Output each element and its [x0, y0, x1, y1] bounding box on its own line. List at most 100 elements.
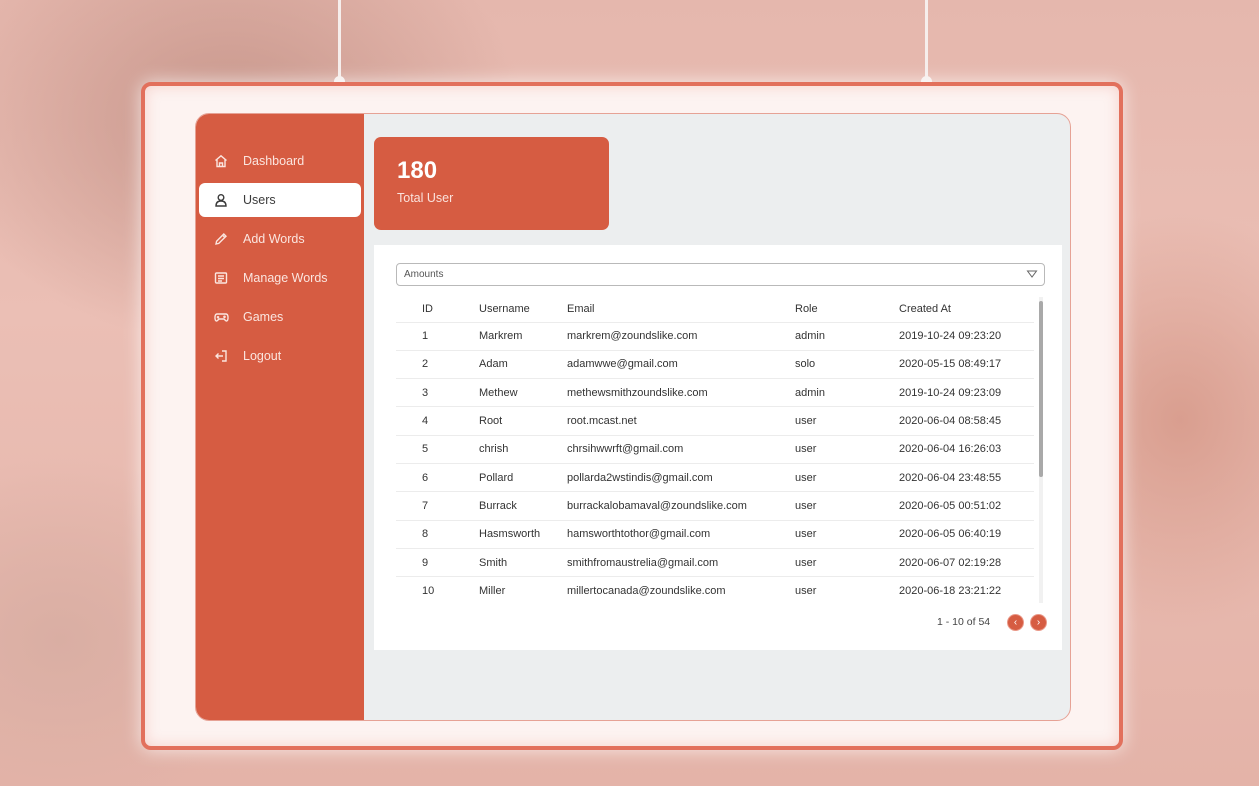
chevron-right-icon: ›	[1036, 617, 1041, 628]
table-header-row: ID Username Email Role Created At	[396, 296, 1034, 322]
table-row[interactable]: 1 Markrem markrem@zoundslike.com admin 2…	[396, 321, 1034, 351]
app-window: Dashboard Users Add Words Manage Words G…	[195, 113, 1071, 721]
cell-id: 10	[396, 576, 479, 605]
column-header-email[interactable]: Email	[567, 296, 795, 322]
cell-username: Adam	[479, 349, 567, 379]
cell-username: Root	[479, 406, 567, 436]
sidebar-item-dashboard[interactable]: Dashboard	[199, 144, 361, 178]
sidebar-item-manage-words[interactable]: Manage Words	[199, 261, 361, 295]
column-header-role[interactable]: Role	[795, 296, 899, 322]
sidebar-item-label: Manage Words	[243, 271, 328, 285]
pencil-icon	[213, 231, 229, 247]
cell-role: admin	[795, 378, 899, 407]
cell-username: Hasmsworth	[479, 519, 567, 549]
cell-role: admin	[795, 321, 899, 351]
cell-username: chrish	[479, 434, 567, 464]
cell-id: 2	[396, 349, 479, 379]
dropdown-selected-value: Amounts	[404, 269, 444, 280]
sidebar-item-label: Logout	[243, 349, 282, 363]
cell-username: Burrack	[479, 491, 567, 521]
cell-email: chrsihwwrft@gmail.com	[567, 434, 795, 464]
users-panel: Amounts ID Username Email Role Created A…	[374, 245, 1062, 650]
chevron-left-icon: ‹	[1013, 617, 1018, 628]
cell-id: 7	[396, 491, 479, 521]
table-row[interactable]: 4 Root root.mcast.net user 2020-06-04 08…	[396, 406, 1034, 436]
cell-email: hamsworthtothor@gmail.com	[567, 519, 795, 549]
cell-created-at: 2020-06-04 23:48:55	[899, 462, 1034, 492]
table-row[interactable]: 3 Methew methewsmithzoundslike.com admin…	[396, 378, 1034, 407]
cell-username: Smith	[479, 547, 567, 577]
cell-role: user	[795, 519, 899, 549]
cell-id: 5	[396, 434, 479, 464]
cell-role: user	[795, 406, 899, 436]
sidebar-item-label: Games	[243, 310, 284, 324]
list-icon	[213, 270, 229, 286]
home-icon	[213, 153, 229, 169]
table-row[interactable]: 7 Burrack burrackalobamaval@zoundslike.c…	[396, 491, 1034, 521]
column-header-username[interactable]: Username	[479, 296, 567, 322]
cell-created-at: 2020-06-07 02:19:28	[899, 547, 1034, 577]
cell-role: user	[795, 434, 899, 464]
users-table: ID Username Email Role Created At 1 Mark…	[396, 296, 1034, 605]
next-page-button[interactable]: ›	[1030, 614, 1047, 631]
cell-email: adamwwe@gmail.com	[567, 349, 795, 379]
cell-username: Methew	[479, 378, 567, 407]
table-row[interactable]: 8 Hasmsworth hamsworthtothor@gmail.com u…	[396, 519, 1034, 549]
cell-created-at: 2020-05-15 08:49:17	[899, 349, 1034, 379]
cell-email: burrackalobamaval@zoundslike.com	[567, 491, 795, 521]
cell-role: solo	[795, 349, 899, 379]
cell-id: 1	[396, 321, 479, 351]
sidebar-item-label: Add Words	[243, 232, 305, 246]
sidebar-item-label: Users	[243, 193, 276, 207]
cell-role: user	[795, 491, 899, 521]
cell-created-at: 2019-10-24 09:23:09	[899, 378, 1034, 407]
table-row[interactable]: 5 chrish chrsihwwrft@gmail.com user 2020…	[396, 434, 1034, 464]
user-icon	[213, 192, 229, 208]
cell-email: smithfromaustrelia@gmail.com	[567, 547, 795, 577]
cell-username: Pollard	[479, 462, 567, 492]
sidebar-item-add-words[interactable]: Add Words	[199, 222, 361, 256]
column-header-created-at[interactable]: Created At	[899, 296, 1034, 322]
sidebar-item-logout[interactable]: Logout	[199, 339, 361, 373]
cell-email: millertocanada@zoundslike.com	[567, 576, 795, 605]
main-content: 180 Total User Amounts ID Username Email…	[364, 114, 1070, 720]
hanger-right	[921, 0, 932, 87]
table-scrollbar[interactable]	[1037, 297, 1044, 603]
cell-id: 9	[396, 547, 479, 577]
cell-created-at: 2020-06-05 06:40:19	[899, 519, 1034, 549]
sidebar-item-label: Dashboard	[243, 154, 305, 168]
sidebar-item-users[interactable]: Users	[199, 183, 361, 217]
table-row[interactable]: 10 Miller millertocanada@zoundslike.com …	[396, 576, 1034, 605]
chevron-down-icon	[1026, 269, 1038, 282]
sidebar: Dashboard Users Add Words Manage Words G…	[196, 114, 364, 720]
cell-created-at: 2020-06-04 16:26:03	[899, 434, 1034, 464]
cell-role: user	[795, 547, 899, 577]
total-user-value: 180	[397, 157, 438, 184]
table-row[interactable]: 9 Smith smithfromaustrelia@gmail.com use…	[396, 547, 1034, 577]
cell-username: Miller	[479, 576, 567, 605]
cell-role: user	[795, 462, 899, 492]
cell-email: root.mcast.net	[567, 406, 795, 436]
scrollbar-thumb[interactable]	[1039, 301, 1043, 477]
cell-created-at: 2020-06-05 00:51:02	[899, 491, 1034, 521]
cell-role: user	[795, 576, 899, 605]
table-row[interactable]: 6 Pollard pollarda2wstindis@gmail.com us…	[396, 462, 1034, 492]
hanger-left	[334, 0, 345, 87]
cell-id: 4	[396, 406, 479, 436]
cell-username: Markrem	[479, 321, 567, 351]
table-row[interactable]: 2 Adam adamwwe@gmail.com solo 2020-05-15…	[396, 349, 1034, 379]
cell-id: 3	[396, 378, 479, 407]
previous-page-button[interactable]: ‹	[1007, 614, 1024, 631]
sidebar-item-games[interactable]: Games	[199, 300, 361, 334]
total-user-card: 180 Total User	[374, 137, 609, 230]
column-header-id[interactable]: ID	[396, 296, 479, 322]
gamepad-icon	[213, 309, 229, 325]
amounts-dropdown[interactable]: Amounts	[396, 263, 1045, 286]
cell-email: methewsmithzoundslike.com	[567, 378, 795, 407]
cell-created-at: 2020-06-18 23:21:22	[899, 576, 1034, 605]
pagination-range: 1 - 10 of 54	[937, 616, 991, 628]
logout-icon	[213, 348, 229, 364]
cell-email: pollarda2wstindis@gmail.com	[567, 462, 795, 492]
cell-email: markrem@zoundslike.com	[567, 321, 795, 351]
total-user-label: Total User	[397, 191, 454, 205]
